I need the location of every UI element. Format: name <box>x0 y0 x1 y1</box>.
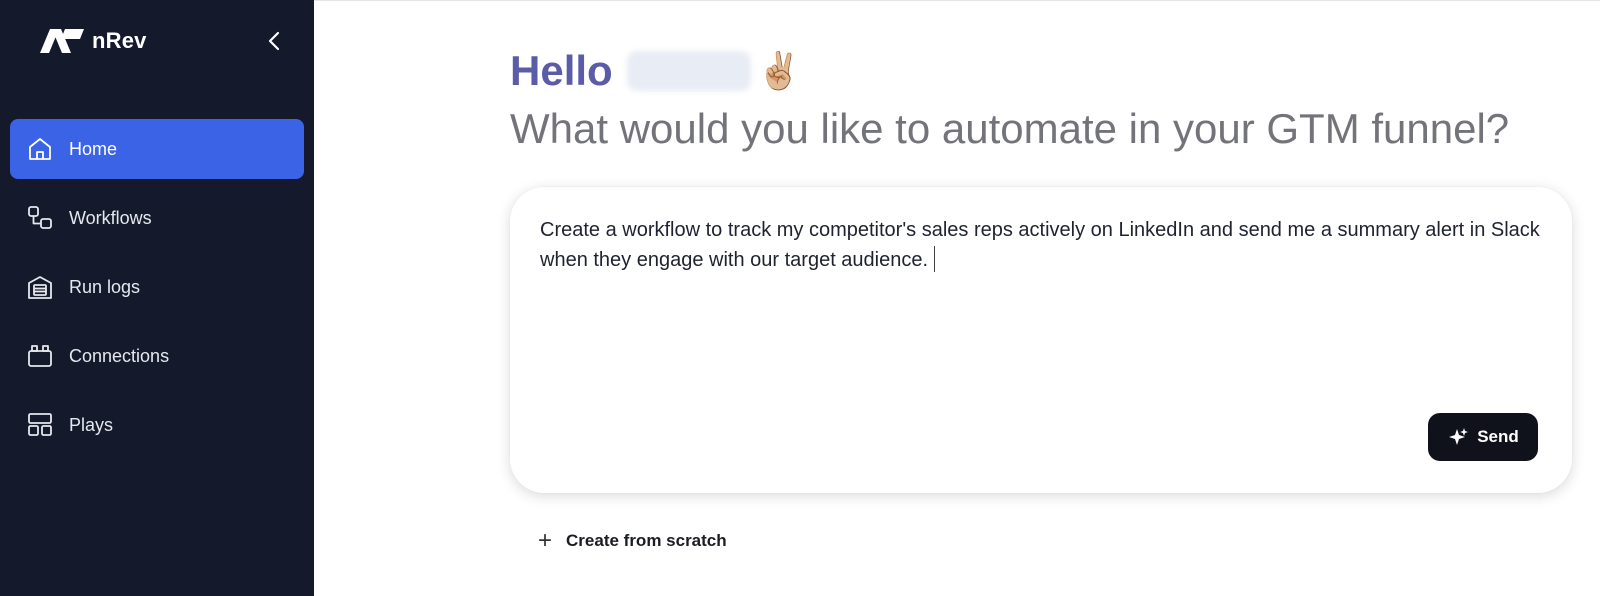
sidebar: nRev Home Workflows Run logs Connections… <box>0 0 314 596</box>
sidebar-item-workflows[interactable]: Workflows <box>10 188 304 248</box>
send-button[interactable]: Send <box>1428 413 1538 461</box>
greeting: Hello <box>510 47 613 94</box>
prompt-input-value: Create a workflow to track my competitor… <box>540 219 1540 271</box>
run-logs-icon <box>26 273 54 301</box>
main-content: Hello ✌🏼 What would you like to automate… <box>314 0 1600 596</box>
sidebar-item-run-logs[interactable]: Run logs <box>10 257 304 317</box>
user-name-redacted <box>626 51 751 91</box>
send-label: Send <box>1477 427 1519 446</box>
connections-icon <box>26 342 54 370</box>
page-subtitle: What would you like to automate in your … <box>510 105 1510 152</box>
sparkle-icon <box>1449 428 1469 445</box>
sidebar-item-plays[interactable]: Plays <box>10 395 304 455</box>
create-from-scratch-label: Create from scratch <box>566 531 727 550</box>
sidebar-item-label: Run logs <box>69 276 141 297</box>
text-caret <box>934 246 936 272</box>
collapse-sidebar-button[interactable] <box>266 29 284 53</box>
home-icon <box>26 135 54 163</box>
prompt-card: Create a workflow to track my competitor… <box>510 187 1572 493</box>
plus-icon: + <box>538 527 553 554</box>
nrev-logo-icon <box>40 29 84 53</box>
sidebar-item-label: Plays <box>69 414 114 435</box>
sidebar-item-connections[interactable]: Connections <box>10 326 304 386</box>
sidebar-item-label: Connections <box>69 345 170 366</box>
workflows-icon <box>26 204 54 232</box>
victory-hand-icon: ✌🏼 <box>756 50 802 91</box>
sidebar-nav: Home Workflows Run logs Connections Play… <box>10 119 304 464</box>
chevron-left-icon <box>268 31 280 51</box>
plays-icon <box>26 411 54 439</box>
sidebar-item-label: Home <box>69 138 118 159</box>
sidebar-item-home[interactable]: Home <box>10 119 304 179</box>
create-from-scratch-button[interactable]: + Create from scratch <box>538 529 727 553</box>
sidebar-item-label: Workflows <box>69 207 152 228</box>
greeting-row: Hello ✌🏼 <box>510 47 802 95</box>
prompt-input[interactable]: Create a workflow to track my competitor… <box>540 215 1550 275</box>
logo[interactable]: nRev <box>40 28 147 54</box>
brand-name: nRev <box>92 28 147 53</box>
